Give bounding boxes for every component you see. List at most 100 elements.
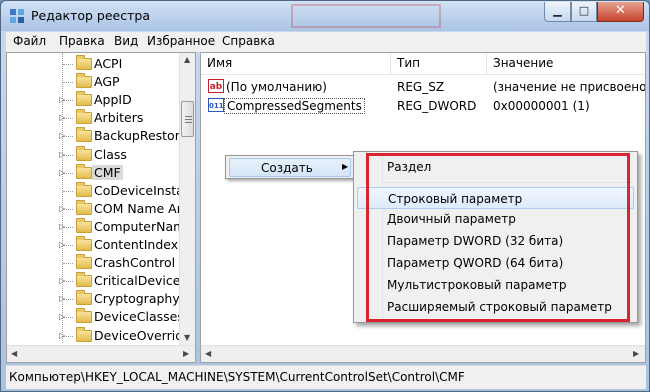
submenu-item-expandable-string-value[interactable]: Расширяемый строковый параметр	[357, 296, 634, 318]
tree-item[interactable]: ▷ ComputerName	[7, 217, 193, 236]
tree-item[interactable]: ▷ CriticalDeviceDa	[7, 272, 195, 290]
maximize-icon: □	[578, 4, 590, 17]
tree-item[interactable]: CrashControl	[7, 254, 182, 272]
value-name: (По умолчанию)	[226, 80, 327, 94]
scroll-up-arrow-icon[interactable]: ▲	[184, 55, 190, 64]
expand-arrow-icon[interactable]: ▷	[59, 131, 65, 140]
tree-horizontal-scrollbar[interactable]: ◀ ▶	[7, 345, 195, 362]
submenu-arrow-icon: ▶	[342, 162, 349, 171]
submenu-item-multistring-value[interactable]: Мультистроковый параметр	[357, 274, 634, 296]
tree-item-label: CrashControl	[94, 255, 176, 271]
value-type: REG_SZ	[397, 80, 445, 94]
tree-item[interactable]: ▷ BackupRestore	[7, 127, 187, 145]
submenu-item-dword-value[interactable]: Параметр DWORD (32 бита)	[357, 230, 634, 252]
background-window-strip	[291, 4, 441, 28]
folder-icon	[76, 290, 92, 306]
folder-icon	[76, 163, 92, 179]
value-data: 0x00000001 (1)	[493, 99, 590, 113]
expand-arrow-icon[interactable]: ▷	[59, 276, 65, 285]
scroll-left-arrow-icon[interactable]: ◀	[11, 349, 17, 358]
scroll-right-arrow-icon[interactable]: ▶	[633, 349, 639, 358]
tree-item[interactable]: ▷ Class	[7, 145, 182, 164]
expand-arrow-icon[interactable]: ▷	[59, 204, 65, 213]
tree-item[interactable]: ▷ CMF	[7, 163, 182, 182]
tree-scroll-thumb[interactable]	[181, 101, 194, 137]
tree-item-label: Class	[94, 146, 127, 162]
expand-arrow-icon[interactable]: ▷	[59, 95, 65, 104]
minimize-button[interactable]: ▁	[544, 2, 571, 22]
tree-item[interactable]: ▷ COM Name Arb	[7, 199, 190, 218]
expand-arrow-icon[interactable]: ▷	[59, 240, 65, 249]
window-title: Редактор реестра	[31, 8, 150, 23]
folder-icon	[76, 73, 92, 89]
menu-file[interactable]: Файл	[13, 34, 46, 48]
status-bar: Компьютер\HKEY_LOCAL_MACHINE\SYSTEM\Curr…	[6, 365, 646, 389]
scroll-left-arrow-icon[interactable]: ◀	[205, 349, 211, 358]
column-data[interactable]: Значение	[487, 53, 645, 74]
folder-icon	[76, 109, 92, 125]
expand-arrow-icon[interactable]: ▷	[59, 312, 65, 321]
column-type[interactable]: Тип	[391, 53, 487, 74]
tree-vertical-scrollbar[interactable]: ▲ ▼	[179, 53, 195, 345]
tree-item[interactable]: ▷ Cryptography	[7, 290, 182, 308]
close-icon: ✕	[615, 3, 626, 18]
title-bar[interactable]: Редактор реестра ▁ □ ✕	[1, 1, 649, 31]
submenu-item-string-value[interactable]: Строковый параметр	[357, 187, 634, 209]
tree-item[interactable]: ▷ AppID	[7, 91, 182, 109]
expand-arrow-icon[interactable]: ▷	[59, 222, 65, 231]
regedit-app-icon	[10, 9, 24, 23]
folder-icon	[76, 236, 92, 251]
submenu-item-binary-value[interactable]: Двоичный параметр	[357, 208, 634, 230]
tree-item-label: ACPI	[94, 56, 123, 71]
expand-arrow-icon[interactable]: ▷	[59, 331, 65, 340]
tree-item[interactable]: ▷ DeviceClasses	[7, 308, 184, 326]
context-menu-create[interactable]: Создать ▶	[229, 158, 351, 177]
string-value-icon: ab	[208, 79, 224, 93]
expand-arrow-icon[interactable]: ▷	[59, 294, 65, 303]
maximize-button[interactable]: □	[571, 2, 597, 22]
menu-view[interactable]: Вид	[114, 34, 138, 48]
tree-item-label: COM Name Arb	[94, 200, 190, 216]
tree-item-label: BackupRestore	[94, 128, 188, 144]
folder-icon	[76, 199, 92, 215]
tree-item-label: AppID	[94, 92, 132, 108]
expand-arrow-icon[interactable]: ▷	[59, 168, 65, 177]
value-row-default[interactable]: ab (По умолчанию) REG_SZ (значение не пр…	[201, 78, 645, 96]
folder-icon	[76, 254, 92, 270]
folder-icon	[76, 127, 92, 143]
expand-arrow-icon[interactable]: ▷	[59, 150, 65, 159]
menu-separator	[384, 182, 632, 183]
menu-edit[interactable]: Правка	[59, 34, 105, 48]
scroll-down-arrow-icon[interactable]: ▼	[184, 333, 190, 342]
tree-item[interactable]: ▷ ContentIndex	[7, 236, 182, 254]
column-name[interactable]: Имя	[201, 53, 391, 74]
scroll-right-arrow-icon[interactable]: ▶	[183, 349, 189, 358]
tree-item[interactable]: AGP	[7, 73, 182, 91]
folder-icon	[76, 181, 92, 197]
tree-item-label: CMF	[92, 164, 123, 180]
registry-editor-window: Редактор реестра ▁ □ ✕ Файл Правка Вид И…	[0, 0, 650, 392]
folder-icon	[76, 272, 92, 288]
tree-item[interactable]: ▷ DeviceOverrides	[7, 326, 195, 345]
folder-icon	[76, 55, 92, 70]
tree-item[interactable]: CoDeviceInstalle	[7, 181, 195, 200]
minimize-icon: ▁	[553, 4, 562, 17]
close-button[interactable]: ✕	[597, 2, 644, 22]
value-data: (значение не присвоено)	[493, 80, 646, 94]
folder-icon	[76, 145, 92, 161]
folder-icon	[76, 217, 92, 233]
menu-favorites[interactable]: Избранное	[147, 34, 215, 48]
tree-item[interactable]: ACPI	[7, 55, 182, 73]
registry-key-tree[interactable]: ACPI AGP ▷ AppID ▷ Arbiters ▷ BackupRestore ▷ Cla…	[6, 52, 196, 363]
list-horizontal-scrollbar[interactable]: ◀ ▶	[201, 345, 645, 362]
menu-help[interactable]: Справка	[222, 34, 275, 48]
submenu-item-key[interactable]: Раздел	[357, 156, 634, 178]
tree-item-label: ContentIndex	[94, 237, 179, 252]
binary-value-icon: 011	[208, 98, 224, 112]
tree-item-label: Cryptography	[94, 291, 180, 307]
tree-item[interactable]: ▷ Arbiters	[7, 109, 182, 127]
value-row-compressedsegments[interactable]: 011 CompressedSegments REG_DWORD 0x00000…	[201, 97, 641, 115]
submenu-item-qword-value[interactable]: Параметр QWORD (64 бита)	[357, 252, 634, 274]
create-submenu: Раздел Строковый параметр Двоичный парам…	[353, 151, 638, 323]
expand-arrow-icon[interactable]: ▷	[59, 113, 65, 122]
